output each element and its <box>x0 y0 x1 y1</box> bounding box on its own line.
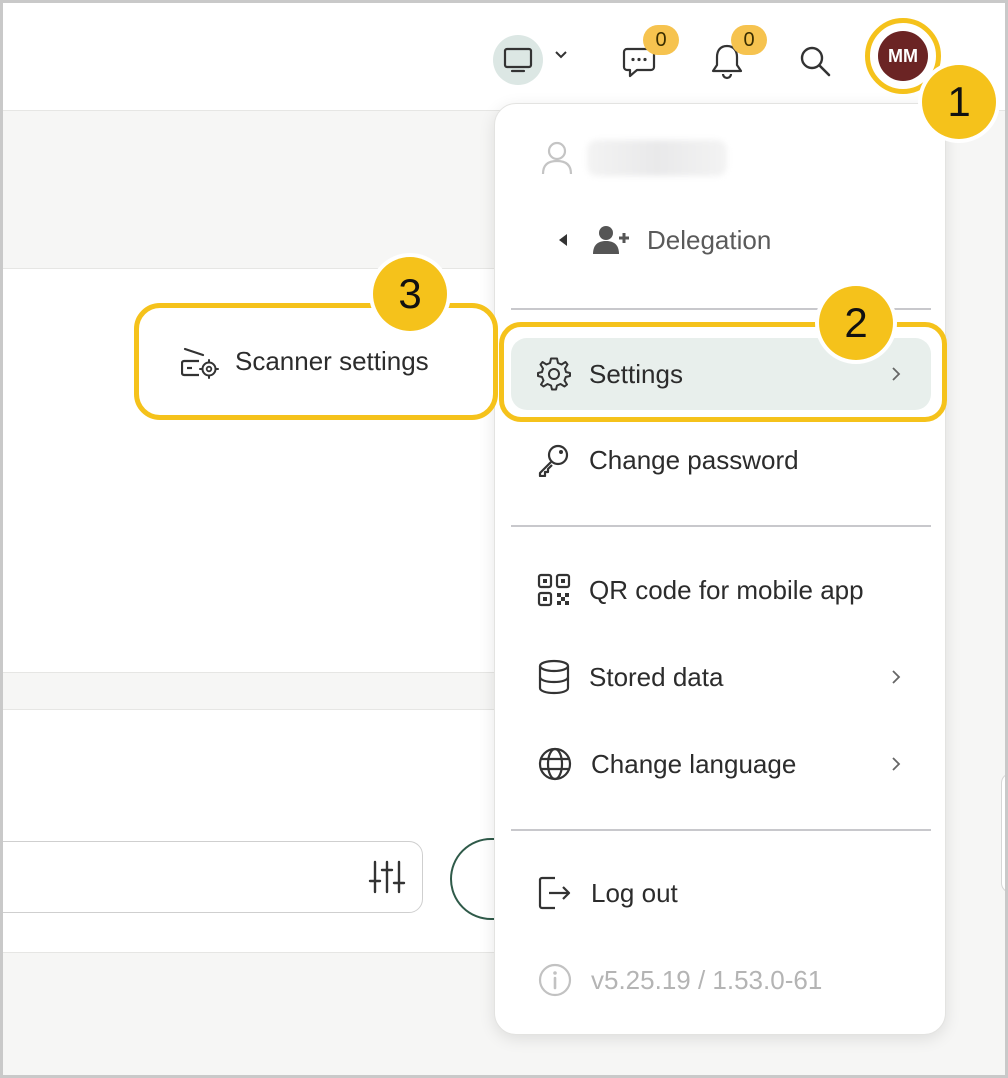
user-dropdown-menu: Delegation Settings Change password QR c… <box>494 103 946 1035</box>
chevron-right-icon <box>892 367 901 381</box>
qr-code-icon <box>537 573 571 607</box>
logout-label: Log out <box>591 877 678 908</box>
globe-icon <box>538 747 572 781</box>
delegation-label: Delegation <box>647 224 772 255</box>
search-icon <box>800 46 831 77</box>
delegation-item[interactable]: Delegation <box>557 224 771 256</box>
change-language-menu-item[interactable]: Change language <box>511 728 931 800</box>
menu-divider <box>511 829 931 831</box>
qr-code-menu-item[interactable]: QR code for mobile app <box>511 554 931 626</box>
version-label: v5.25.19 / 1.53.0-61 <box>591 964 823 995</box>
device-selector-button[interactable] <box>493 35 543 85</box>
database-icon <box>538 659 570 695</box>
user-icon <box>541 141 573 175</box>
stored-data-menu-item[interactable]: Stored data <box>511 641 931 713</box>
side-panel-edge <box>1001 773 1005 893</box>
search-filter-field[interactable] <box>3 841 423 913</box>
scanner-gear-icon <box>181 347 219 379</box>
caret-left-icon <box>559 234 567 246</box>
step-marker-1: 1 <box>922 65 996 139</box>
info-icon <box>538 963 572 997</box>
search-panel <box>3 709 495 953</box>
top-bar: 0 0 MM <box>3 3 1005 111</box>
messages-count-badge: 0 <box>643 25 679 55</box>
search-button[interactable] <box>793 39 837 83</box>
settings-label: Settings <box>589 358 683 389</box>
chevron-right-icon <box>892 670 901 684</box>
key-icon <box>538 444 569 477</box>
change-password-label: Change password <box>589 444 799 475</box>
step-marker-3: 3 <box>373 257 447 331</box>
chevron-down-icon[interactable] <box>553 49 569 61</box>
gear-icon <box>537 357 571 391</box>
logout-menu-item[interactable]: Log out <box>511 857 931 929</box>
step-marker-2: 2 <box>819 286 893 360</box>
change-password-menu-item[interactable]: Change password <box>511 424 931 496</box>
notifications-count-badge: 0 <box>731 25 767 55</box>
stored-data-label: Stored data <box>589 661 724 692</box>
user-name-redacted <box>587 140 727 176</box>
sliders-icon[interactable] <box>367 859 407 895</box>
avatar: MM <box>878 31 928 81</box>
logout-icon <box>538 876 571 910</box>
chevron-right-icon <box>892 757 901 771</box>
user-profile-row <box>541 140 727 176</box>
version-info: v5.25.19 / 1.53.0-61 <box>511 944 931 1016</box>
menu-divider <box>511 525 931 527</box>
monitor-icon <box>503 47 533 73</box>
change-language-label: Change language <box>591 748 797 779</box>
scanner-settings-label: Scanner settings <box>235 346 429 376</box>
app-window: 0 0 MM Delegation Settings Change passwo… <box>0 0 1008 1078</box>
scanner-settings-item[interactable]: Scanner settings <box>134 303 498 420</box>
add-user-icon <box>593 226 629 254</box>
qr-code-label: QR code for mobile app <box>589 574 864 605</box>
